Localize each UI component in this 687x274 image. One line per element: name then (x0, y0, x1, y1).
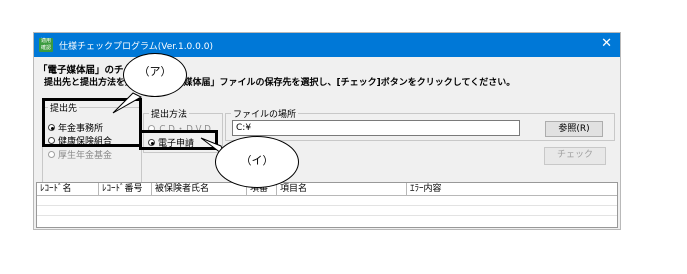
radio-label: 厚生年金基金 (58, 151, 113, 161)
callout-a-text: （ア） (138, 65, 172, 78)
app-icon: 適用確認 (39, 38, 53, 52)
callout-a-bubble: （ア） (123, 53, 187, 97)
column-header-record-name[interactable]: ﾚｺｰﾄﾞ名 (37, 183, 99, 196)
window-title: 仕様チェックプログラム(Ver.1.0.0.0) (59, 42, 213, 52)
browse-button[interactable]: 参照(R) (545, 121, 603, 137)
radio-unselected-icon (48, 151, 55, 158)
callout-i-text: （イ） (240, 154, 274, 167)
close-icon[interactable]: ✕ (601, 36, 612, 51)
column-header-error-content[interactable]: ｴﾗｰ内容 (407, 183, 617, 196)
callout-a: （ア） (95, 53, 205, 123)
check-button[interactable]: チェック (544, 147, 606, 165)
radio-pension-fund[interactable]: 厚生年金基金 (48, 148, 112, 161)
callout-i: （イ） (195, 134, 305, 194)
column-header-record-number[interactable]: ﾚｺｰﾄﾞ番号 (99, 183, 152, 196)
results-table: ﾚｺｰﾄﾞ名 ﾚｺｰﾄﾞ番号 被保険者氏名 項番 項目名 ｴﾗｰ内容 (36, 182, 618, 228)
callout-i-bubble: （イ） (215, 136, 299, 188)
file-location-label: ファイルの場所 (231, 107, 299, 120)
table-row (37, 215, 617, 216)
table-row (37, 205, 617, 206)
